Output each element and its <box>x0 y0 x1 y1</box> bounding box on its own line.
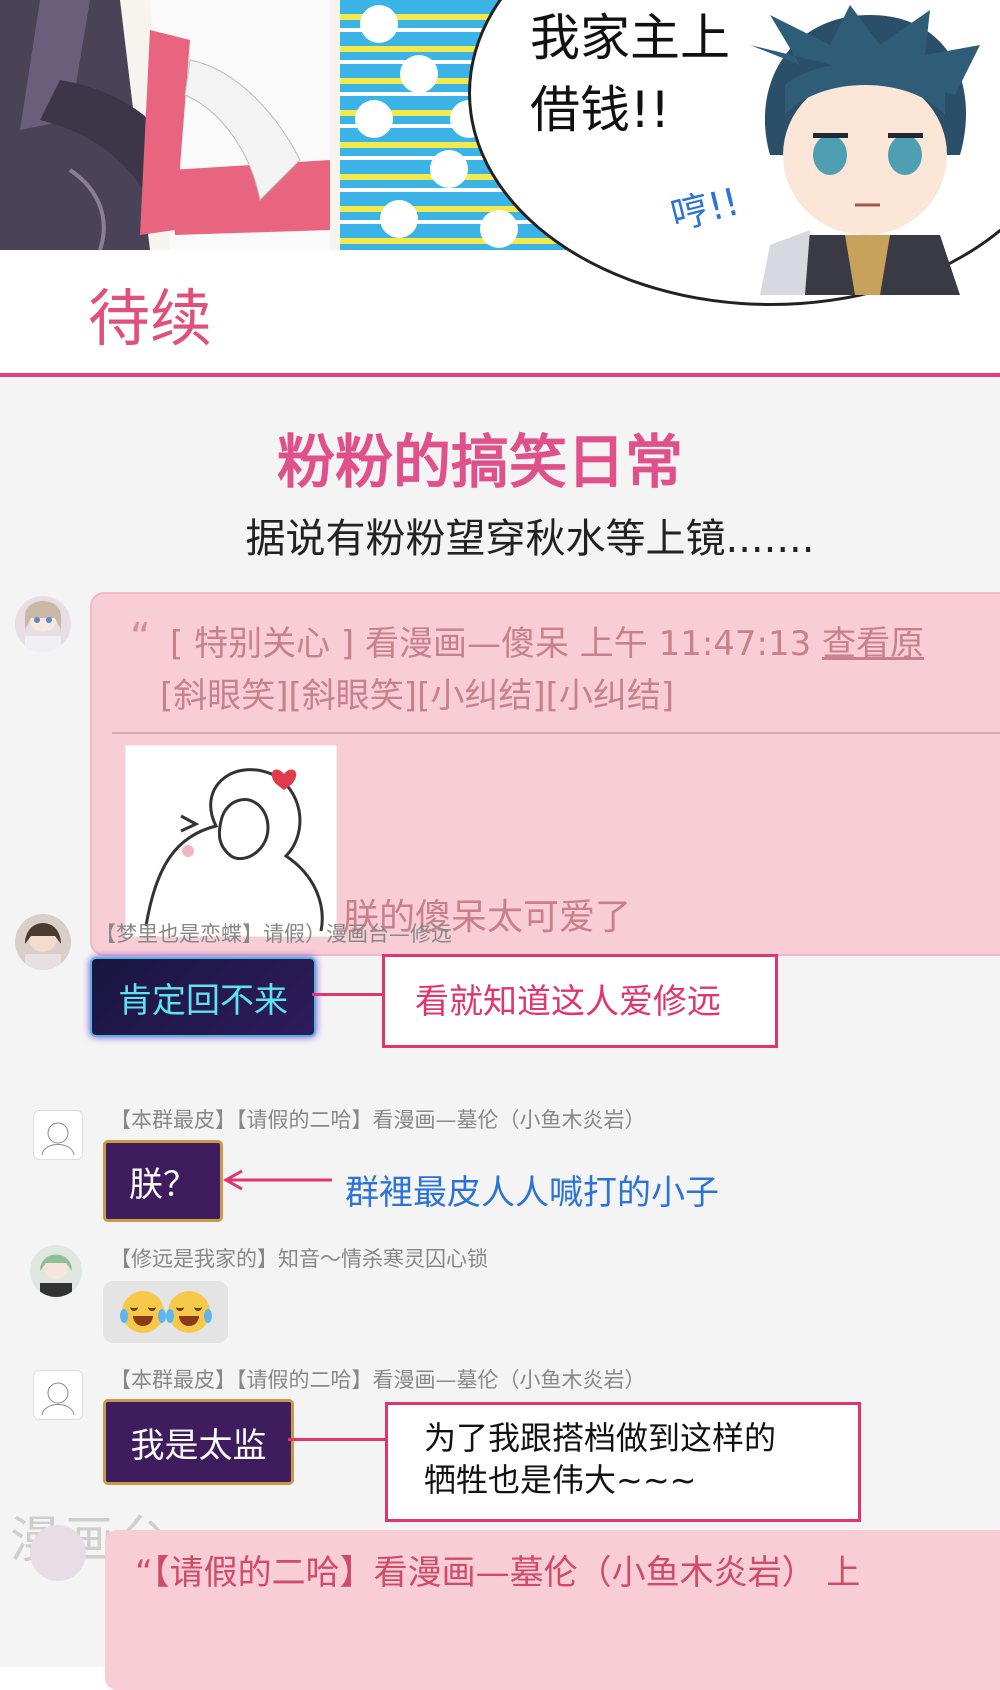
annotation-connector <box>312 993 387 996</box>
speech-bubble-text: 我家主上 借钱!! <box>530 9 730 139</box>
message-bubble[interactable] <box>103 1281 228 1343</box>
polka-dot <box>480 210 518 248</box>
quote-header-text: [ 特别关心 ] 看漫画—傻呆 上午 11:47:13 <box>170 624 823 664</box>
polka-dot <box>380 200 418 238</box>
annotation-text: 群裡最皮人人喊打的小子 <box>345 1173 719 1213</box>
quote-stickers-text: [斜眼笑][斜眼笑][小纠结][小纠结] <box>160 676 675 716</box>
message-text: 朕？ <box>129 1164 197 1205</box>
message-text: 肯定回不来 <box>118 980 288 1021</box>
annotation-text: 看就知道这人爱修远 <box>415 982 721 1022</box>
avatar[interactable] <box>33 1370 83 1420</box>
annotation-text: 为了我跟搭档做到这样的 牺牲也是伟大~~~ <box>424 1419 777 1499</box>
annotation-box: 看就知道这人爱修远 <box>382 954 778 1048</box>
quote-header: [ 特别关心 ] 看漫画—傻呆 上午 11:47:13 查看原 <box>170 616 924 665</box>
section-title: 粉粉的搞笑日常 <box>276 428 683 496</box>
arrow-left-icon <box>222 1169 332 1191</box>
avatar[interactable] <box>30 1525 86 1581</box>
sender-name: 【本群最皮】【请假的二哈】看漫画—墓伦（小鱼木炎岩） <box>110 1108 646 1132</box>
avatar[interactable] <box>33 1110 83 1160</box>
quote-header-text: “【请假的二哈】看漫画—墓伦（小鱼木炎岩） 上 <box>135 1553 861 1593</box>
to-be-continued: 待续 <box>88 282 213 355</box>
polka-dot <box>430 150 468 188</box>
tears-of-joy-emoji-icon <box>165 1291 212 1333</box>
message-bubble[interactable]: 我是太监 <box>103 1399 294 1485</box>
sender-name: 【修远是我家的】知音～情杀寒灵囚心锁 <box>110 1247 488 1271</box>
sender-name: 【本群最皮】【请假的二哈】看漫画—墓伦（小鱼木炎岩） <box>110 1368 646 1392</box>
robe-illustration <box>0 0 330 251</box>
polka-dot <box>360 5 398 43</box>
polka-dot <box>400 55 438 93</box>
message-text: 我是太监 <box>130 1425 267 1466</box>
hug-sticker-image[interactable] <box>125 745 337 937</box>
chibi-character <box>730 5 990 295</box>
message-bubble[interactable]: 朕？ <box>103 1140 223 1222</box>
tears-of-joy-emoji-icon <box>119 1291 166 1333</box>
sender-name: 【梦里也是恋蝶】请假）漫画台—修远 <box>95 922 452 946</box>
avatar[interactable] <box>30 1245 82 1297</box>
annotation-connector <box>288 1438 388 1441</box>
card-divider <box>112 732 1000 734</box>
polka-dot <box>355 100 393 138</box>
section-subtitle: 据说有粉粉望穿秋水等上镜....... <box>245 516 815 562</box>
view-original-link[interactable]: 查看原 <box>822 624 924 664</box>
quote-icon: “ <box>130 615 151 661</box>
message-bubble[interactable]: 肯定回不来 <box>90 957 316 1037</box>
character-robe-art <box>0 0 345 251</box>
comic-panel: 我家主上 借钱!! 哼!! 待续 <box>0 0 1000 375</box>
avatar[interactable] <box>15 914 71 970</box>
avatar[interactable] <box>15 596 71 652</box>
annotation-box: 为了我跟搭档做到这样的 牺牲也是伟大~~~ <box>385 1402 861 1522</box>
